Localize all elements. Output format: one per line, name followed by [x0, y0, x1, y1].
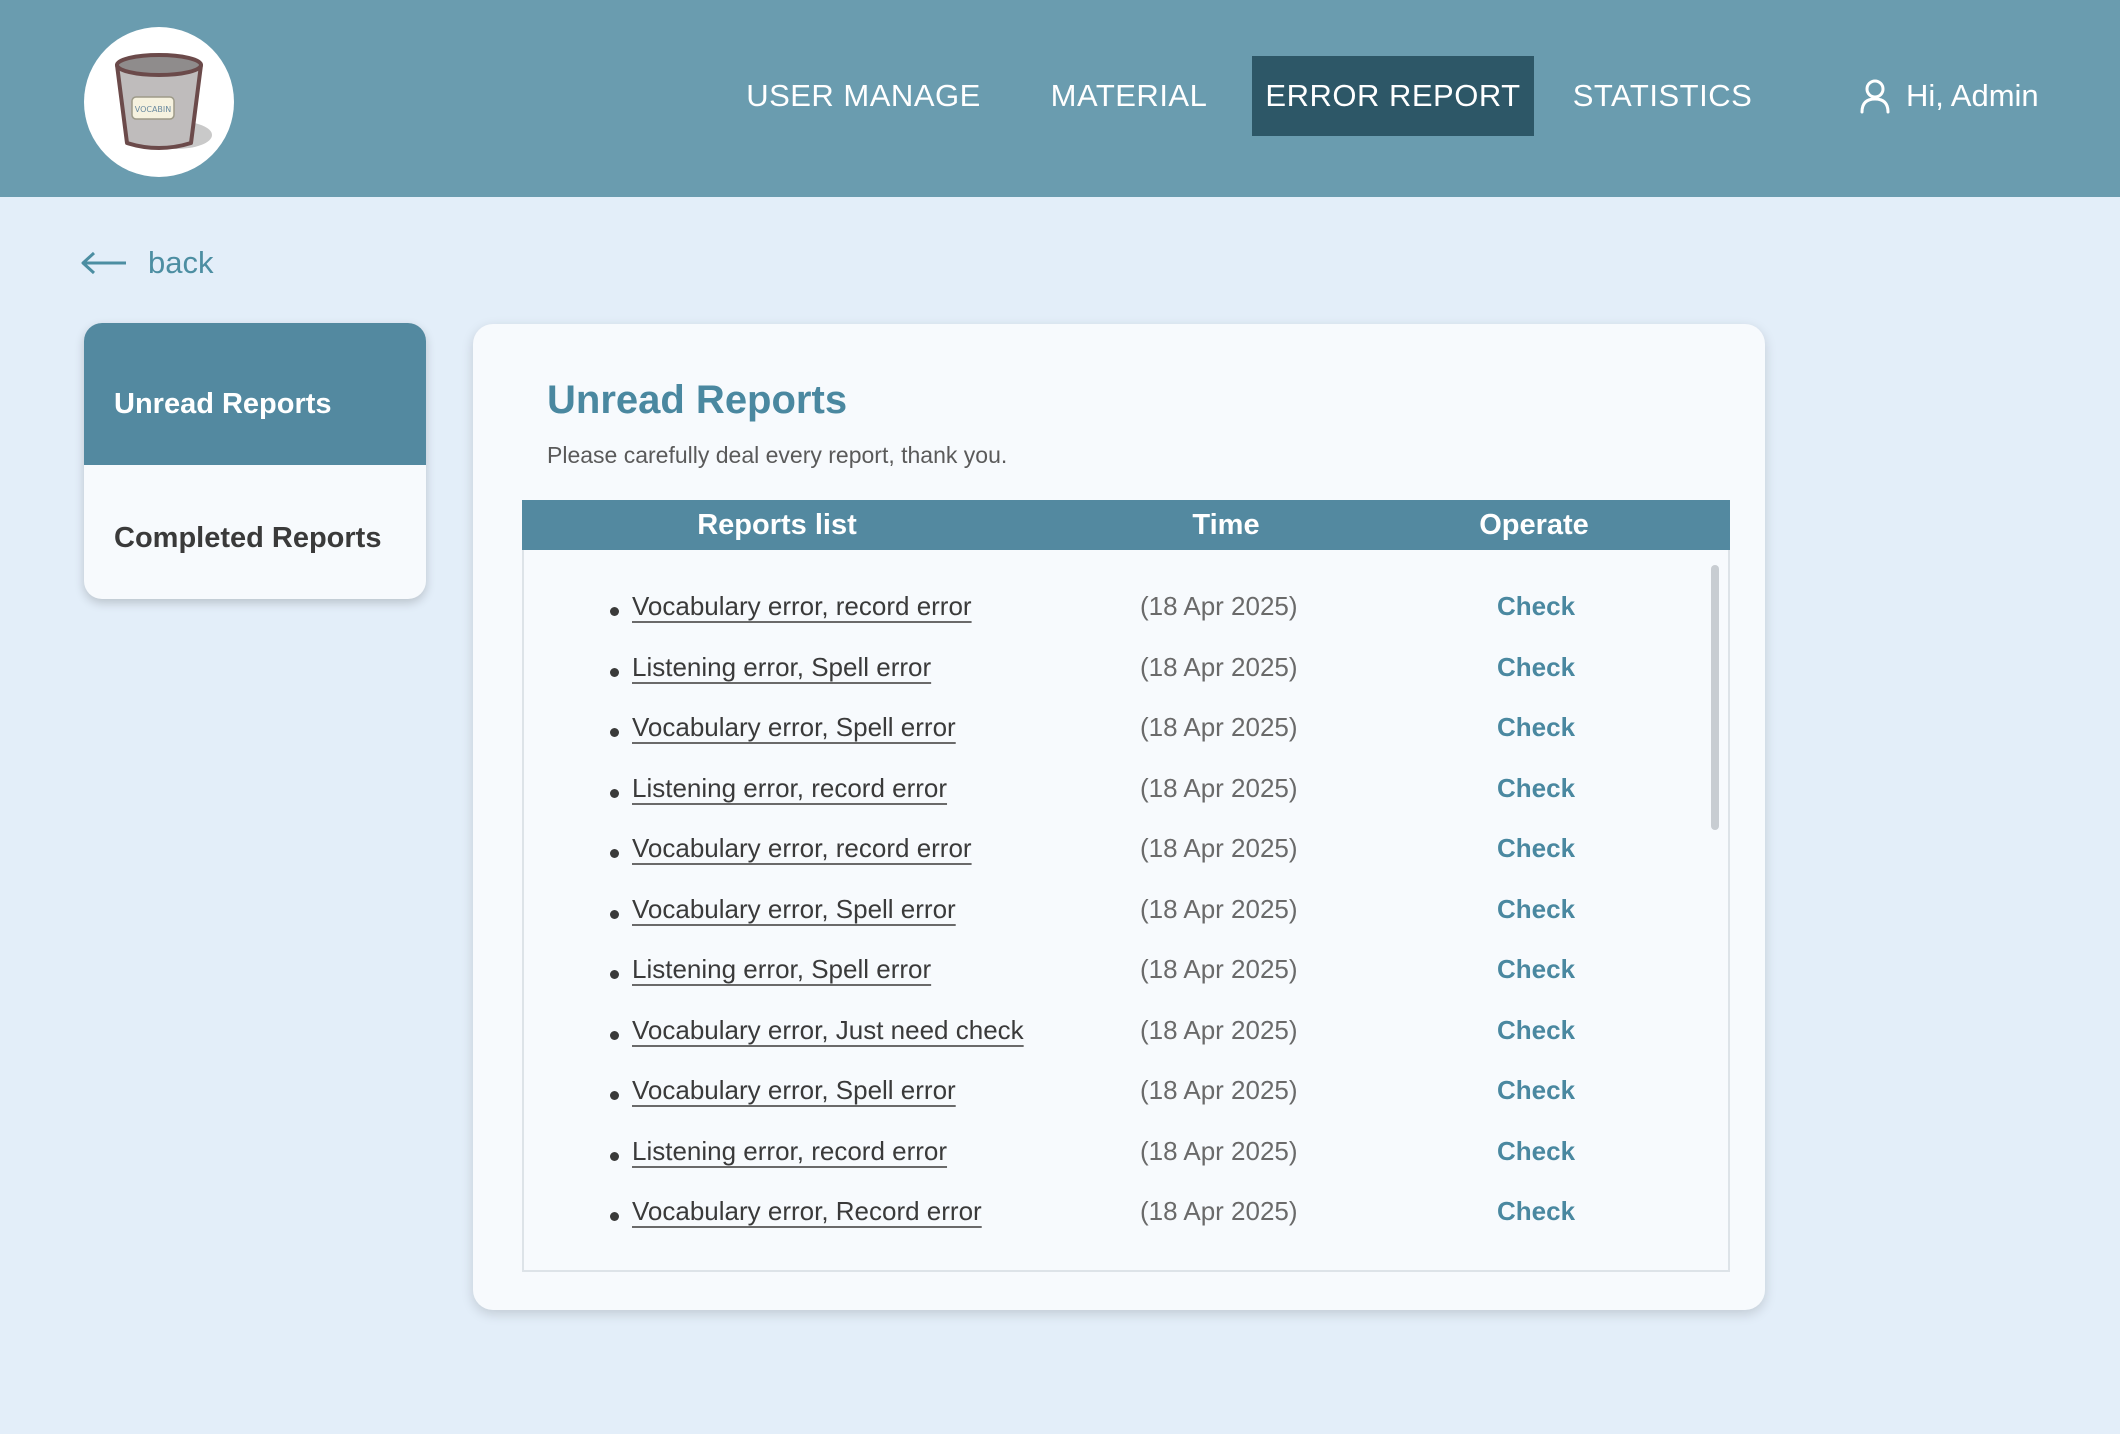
bullet	[610, 1152, 619, 1161]
report-time: (18 Apr 2025)	[1140, 1075, 1298, 1105]
bullet	[610, 668, 619, 677]
check-button[interactable]: Check	[1497, 894, 1575, 925]
bullet	[610, 970, 619, 979]
report-title-link[interactable]: Vocabulary error, record error	[632, 591, 972, 622]
table-row: Vocabulary error, Spell error (18 Apr 20…	[524, 706, 1704, 766]
table-row: Listening error, Spell error (18 Apr 202…	[524, 646, 1704, 706]
check-button[interactable]: Check	[1497, 712, 1575, 743]
bucket-logo-icon: VOCABIN	[115, 53, 212, 150]
table-row: Vocabulary error, record error (18 Apr 2…	[524, 827, 1704, 887]
report-title-link[interactable]: Vocabulary error, Spell error	[632, 1075, 956, 1106]
report-title-link[interactable]: Vocabulary error, Spell error	[632, 894, 956, 925]
top-navigation-bar: VOCABIN USER MANAGE MATERIAL ERROR REPOR…	[0, 0, 2120, 197]
menu-completed-reports[interactable]: Completed Reports	[84, 465, 426, 599]
check-button[interactable]: Check	[1497, 1196, 1575, 1227]
nav-material[interactable]: MATERIAL	[1030, 56, 1228, 136]
table-row: Listening error, record error (18 Apr 20…	[524, 767, 1704, 827]
nav-statistics[interactable]: STATISTICS	[1570, 56, 1755, 136]
report-time: (18 Apr 2025)	[1140, 591, 1298, 621]
report-title-link[interactable]: Listening error, Spell error	[632, 954, 931, 985]
report-time: (18 Apr 2025)	[1140, 954, 1298, 984]
app-logo[interactable]: VOCABIN	[84, 27, 234, 177]
report-time: (18 Apr 2025)	[1140, 1015, 1298, 1045]
back-label: back	[148, 245, 214, 280]
report-time: (18 Apr 2025)	[1140, 1136, 1298, 1166]
check-button[interactable]: Check	[1497, 652, 1575, 683]
report-title-link[interactable]: Vocabulary error, Record error	[632, 1196, 982, 1227]
logo-text: VOCABIN	[135, 105, 172, 114]
check-button[interactable]: Check	[1497, 954, 1575, 985]
bullet	[610, 607, 619, 616]
back-arrow-icon	[81, 251, 126, 275]
report-title-link[interactable]: Vocabulary error, Just need check	[632, 1015, 1024, 1046]
report-title-link[interactable]: Listening error, record error	[632, 773, 947, 804]
report-title-link[interactable]: Vocabulary error, record error	[632, 833, 972, 864]
reports-list[interactable]: Vocabulary error, record error (18 Apr 2…	[522, 550, 1730, 1272]
check-button[interactable]: Check	[1497, 1136, 1575, 1167]
check-button[interactable]: Check	[1497, 1075, 1575, 1106]
bullet	[610, 728, 619, 737]
check-button[interactable]: Check	[1497, 1015, 1575, 1046]
bullet	[610, 1091, 619, 1100]
column-header-reports: Reports list	[697, 509, 857, 541]
menu-unread-reports[interactable]: Unread Reports	[84, 323, 426, 465]
report-time: (18 Apr 2025)	[1140, 894, 1298, 924]
column-header-operate: Operate	[1479, 509, 1589, 541]
table-row: Listening error, record error (18 Apr 20…	[524, 1130, 1704, 1190]
page-title: Unread Reports	[547, 378, 848, 422]
nav-error-report[interactable]: ERROR REPORT	[1252, 56, 1534, 136]
list-scrollbar[interactable]	[1711, 565, 1719, 830]
check-button[interactable]: Check	[1497, 591, 1575, 622]
reports-card: Unread Reports Please carefully deal eve…	[473, 324, 1765, 1310]
report-title-link[interactable]: Listening error, record error	[632, 1136, 947, 1167]
page-subtitle: Please carefully deal every report, than…	[547, 442, 1008, 468]
table-row: Vocabulary error, record error (18 Apr 2…	[524, 585, 1704, 645]
table-row: Listening error, Spell error (18 Apr 202…	[524, 948, 1704, 1008]
report-time: (18 Apr 2025)	[1140, 833, 1298, 863]
bullet	[610, 789, 619, 798]
report-time: (18 Apr 2025)	[1140, 712, 1298, 742]
user-icon[interactable]	[1859, 78, 1891, 114]
check-button[interactable]: Check	[1497, 773, 1575, 804]
report-time: (18 Apr 2025)	[1140, 1196, 1298, 1226]
table-row: Vocabulary error, Spell error (18 Apr 20…	[524, 1069, 1704, 1129]
report-time: (18 Apr 2025)	[1140, 652, 1298, 682]
bullet	[610, 1031, 619, 1040]
report-category-menu: Unread Reports Completed Reports	[84, 323, 426, 599]
report-time: (18 Apr 2025)	[1140, 773, 1298, 803]
column-header-time: Time	[1192, 509, 1260, 541]
user-greeting[interactable]: Hi, Admin	[1906, 56, 2039, 136]
nav-user-manage[interactable]: USER MANAGE	[741, 56, 986, 136]
report-title-link[interactable]: Listening error, Spell error	[632, 652, 931, 683]
bullet	[610, 1212, 619, 1221]
bullet	[610, 849, 619, 858]
check-button[interactable]: Check	[1497, 833, 1575, 864]
table-row: Vocabulary error, Spell error (18 Apr 20…	[524, 888, 1704, 948]
report-title-link[interactable]: Vocabulary error, Spell error	[632, 712, 956, 743]
bullet	[610, 910, 619, 919]
table-row: Vocabulary error, Just need check (18 Ap…	[524, 1009, 1704, 1069]
table-row: Vocabulary error, Record error (18 Apr 2…	[524, 1190, 1704, 1250]
table-header: Reports list Time Operate	[522, 500, 1730, 550]
